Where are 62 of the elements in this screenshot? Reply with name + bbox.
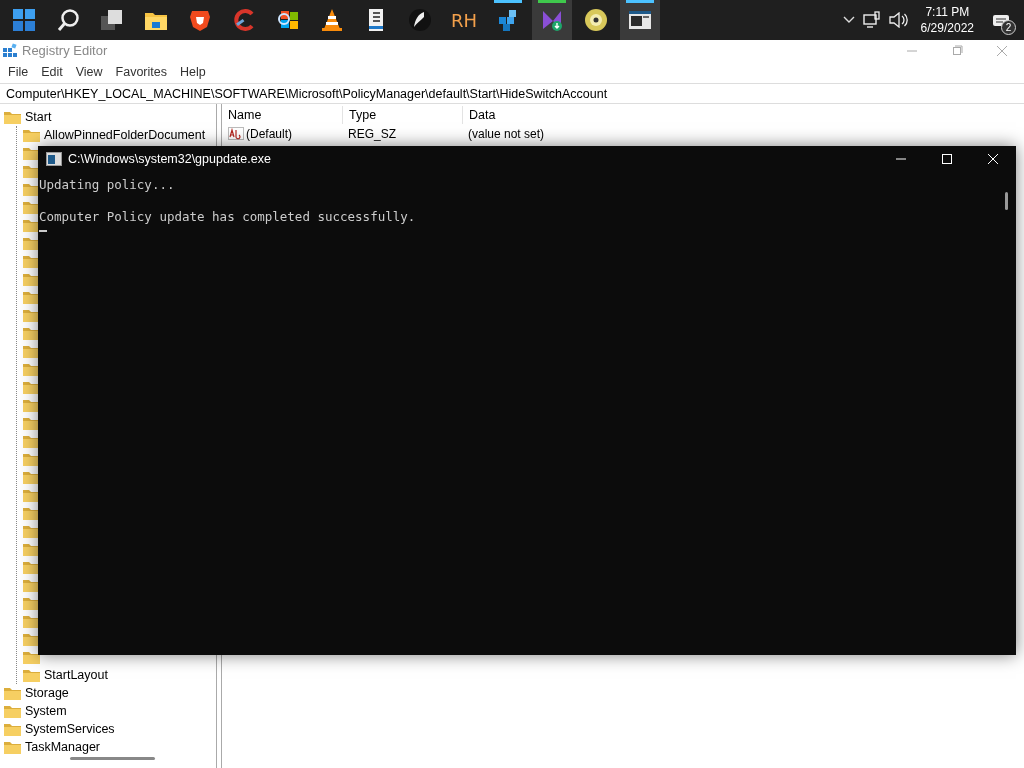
menu-item[interactable]: View xyxy=(75,65,103,79)
taskbar-button[interactable]: RH xyxy=(444,0,484,40)
notification-count: 2 xyxy=(1001,20,1016,35)
address-bar[interactable]: Computer\HKEY_LOCAL_MACHINE\SOFTWARE\Microsoft\PolicyManager\default\Start\HideSwitchAccount xyxy=(0,83,1024,104)
folder-icon xyxy=(4,110,21,124)
windows-logo-icon xyxy=(12,8,36,32)
lion-shield-icon xyxy=(188,8,212,32)
folder-icon xyxy=(4,722,21,736)
scrollbar-thumb[interactable] xyxy=(1005,192,1008,210)
tree-item[interactable]: StartLayout xyxy=(44,665,108,685)
menu-item[interactable]: File xyxy=(8,65,29,79)
window-title: Registry Editor xyxy=(22,42,108,61)
text-cursor xyxy=(39,230,47,232)
column-header[interactable]: Name xyxy=(222,105,342,125)
tree-item[interactable]: System xyxy=(25,701,67,721)
tree-item[interactable]: Start xyxy=(25,107,52,127)
close-icon xyxy=(987,153,999,165)
tree-item[interactable]: AllowPinnedFolderDocument xyxy=(44,125,206,145)
menu-item[interactable]: Edit xyxy=(41,65,63,79)
speaker-icon xyxy=(888,12,909,28)
clock-date: 6/29/2022 xyxy=(920,20,974,37)
folder-icon xyxy=(23,668,40,682)
chevron-icon xyxy=(842,16,855,24)
column-header[interactable]: Type xyxy=(342,105,462,125)
clock-time: 7:11 PM xyxy=(924,3,971,20)
traffic-cone-icon xyxy=(320,8,344,32)
console-window-icon xyxy=(628,8,652,32)
string-value-icon xyxy=(228,127,244,140)
folder-icon xyxy=(4,686,21,700)
stacked-windows-icon xyxy=(100,8,124,32)
maximize-icon xyxy=(941,153,953,165)
close-icon xyxy=(995,45,1008,57)
restore-icon xyxy=(950,45,963,57)
network-icon xyxy=(862,11,881,29)
brush-c-icon xyxy=(232,8,256,32)
menu-item[interactable]: Help xyxy=(180,65,206,79)
tree-item[interactable]: SystemServices xyxy=(25,719,115,739)
flag-magnifier-icon xyxy=(276,8,300,32)
value-type: REG_SZ xyxy=(347,125,397,143)
console-icon xyxy=(46,152,62,166)
folder-icon xyxy=(23,182,40,196)
value-data: (value not set) xyxy=(467,125,545,143)
folder-icon xyxy=(23,650,40,664)
tree-item[interactable]: Storage xyxy=(25,683,69,703)
console-line: Computer Policy update has completed successfully. xyxy=(39,209,417,225)
folder-icon xyxy=(23,128,40,142)
tree-item[interactable]: TaskManager xyxy=(25,737,101,757)
notification-button[interactable]: 2 xyxy=(986,0,1016,40)
column-header[interactable]: Data xyxy=(462,105,662,125)
window-title: C:\Windows\system32\gpupdate.exe xyxy=(68,150,271,168)
scrollbar-thumb[interactable] xyxy=(70,757,155,760)
folder-icon xyxy=(4,704,21,718)
disc-icon xyxy=(584,8,608,32)
feather-icon xyxy=(408,8,432,32)
value-name: (Default) xyxy=(246,125,292,143)
search-icon xyxy=(56,8,80,32)
installer-icon xyxy=(540,8,564,32)
folder-icon xyxy=(4,740,21,754)
taskbar-button[interactable] xyxy=(620,0,660,40)
menu-item[interactable]: Favorites xyxy=(115,65,167,79)
registry-icon xyxy=(2,43,18,59)
console-line: Updating policy... xyxy=(39,177,176,193)
